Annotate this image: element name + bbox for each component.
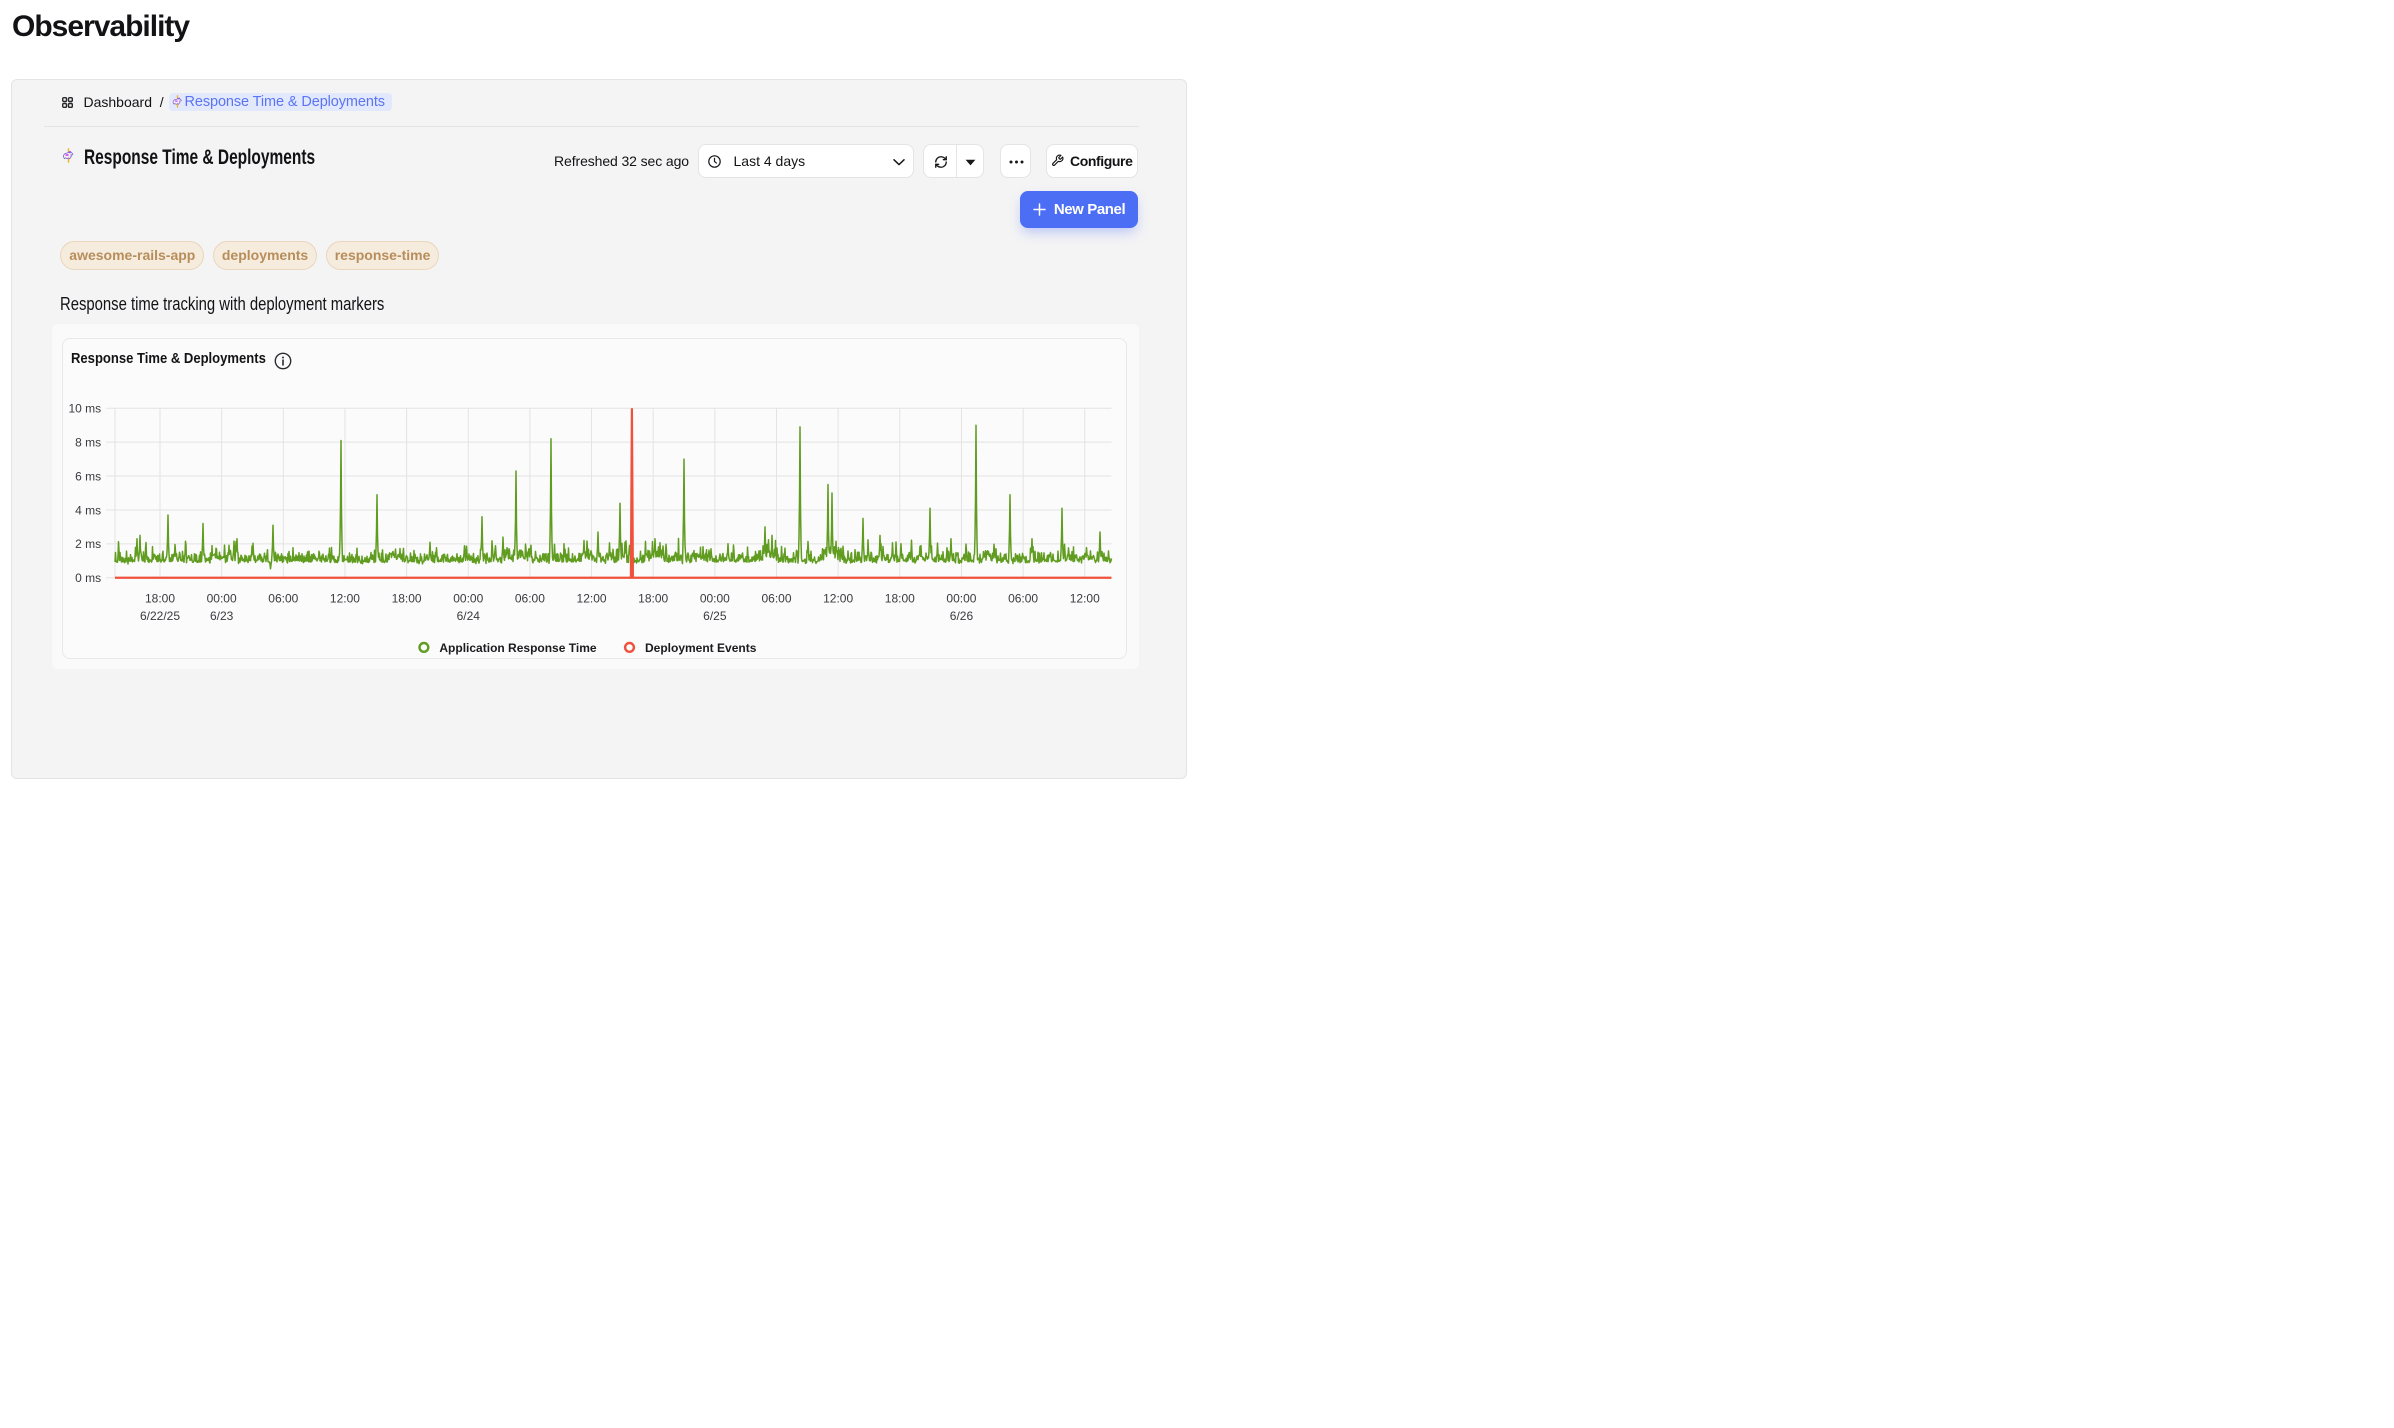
svg-text:18:00: 18:00	[145, 591, 175, 605]
svg-text:06:00: 06:00	[1008, 591, 1038, 605]
svg-text:00:00: 00:00	[700, 591, 730, 605]
svg-text:12:00: 12:00	[823, 591, 853, 605]
svg-text:00:00: 00:00	[453, 591, 483, 605]
svg-text:18:00: 18:00	[392, 591, 422, 605]
svg-text:12:00: 12:00	[330, 591, 360, 605]
svg-text:10 ms: 10 ms	[69, 402, 102, 416]
svg-text:4 ms: 4 ms	[75, 503, 101, 517]
svg-text:6/24: 6/24	[457, 609, 481, 623]
svg-text:2 ms: 2 ms	[75, 537, 101, 551]
svg-text:0 ms: 0 ms	[75, 571, 101, 585]
svg-text:06:00: 06:00	[515, 591, 545, 605]
svg-text:6/23: 6/23	[210, 609, 234, 623]
svg-text:6 ms: 6 ms	[75, 469, 101, 483]
svg-text:6/25: 6/25	[703, 609, 727, 623]
svg-text:00:00: 00:00	[207, 591, 237, 605]
svg-text:06:00: 06:00	[268, 591, 298, 605]
svg-text:18:00: 18:00	[638, 591, 668, 605]
svg-text:18:00: 18:00	[885, 591, 915, 605]
svg-text:12:00: 12:00	[1070, 591, 1100, 605]
svg-text:00:00: 00:00	[946, 591, 976, 605]
svg-text:6/26: 6/26	[950, 609, 974, 623]
svg-text:06:00: 06:00	[761, 591, 791, 605]
svg-text:12:00: 12:00	[577, 591, 607, 605]
svg-text:Deployment Events: Deployment Events	[645, 641, 757, 655]
svg-text:6/22/25: 6/22/25	[140, 609, 180, 623]
svg-text:8 ms: 8 ms	[75, 435, 101, 449]
svg-text:Application Response Time: Application Response Time	[439, 641, 596, 655]
